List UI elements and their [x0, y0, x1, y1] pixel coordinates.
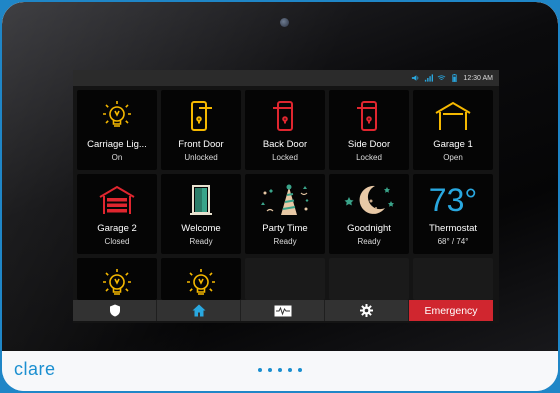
- tile-name: Thermostat: [428, 223, 478, 234]
- tile-name: Garage 2: [97, 223, 137, 234]
- tile-garage-1[interactable]: Garage 1 Open: [413, 90, 493, 170]
- tile-state: Closed: [104, 237, 130, 246]
- home-icon: [192, 304, 205, 317]
- tile-empty: [329, 258, 409, 300]
- tile-side-door[interactable]: Side Door Locked: [329, 90, 409, 170]
- garage-open-icon: [413, 98, 493, 134]
- wifi-icon: [438, 75, 446, 81]
- door-unlocked-icon: [161, 98, 241, 134]
- tile-state: Ready: [189, 237, 213, 246]
- tile-state: On: [111, 153, 123, 162]
- shield-icon: [109, 304, 120, 317]
- tile-name: Front Door: [178, 139, 224, 150]
- tile-thermostat[interactable]: 73° Thermostat 68° / 74°: [413, 174, 493, 254]
- signal-icon: [425, 74, 434, 82]
- indicator-dot: [298, 368, 302, 372]
- nav-security[interactable]: [73, 300, 157, 321]
- tile-state: Ready: [273, 237, 297, 246]
- tile-state: Unlocked: [184, 153, 218, 162]
- welcome-door-icon: [161, 182, 241, 218]
- activity-icon: [274, 305, 291, 316]
- tile-party-time[interactable]: Party Time Ready: [245, 174, 325, 254]
- emergency-button[interactable]: Emergency: [409, 300, 493, 321]
- nav-home[interactable]: [157, 300, 241, 321]
- nav-settings[interactable]: [325, 300, 409, 321]
- tile-state: Locked: [272, 153, 298, 162]
- tile-front-door[interactable]: Front Door Unlocked: [161, 90, 241, 170]
- tile-state: Open: [443, 153, 463, 162]
- tile-state: Locked: [356, 153, 382, 162]
- touch-screen: 12:30 AM Carriage Lig... On Front Door U…: [73, 70, 499, 323]
- tile-name: Side Door: [347, 139, 391, 150]
- tile-light-4[interactable]: [161, 258, 241, 300]
- tile-empty: [413, 258, 493, 300]
- tile-name: Garage 1: [433, 139, 473, 150]
- lightbulb-icon: [161, 266, 241, 300]
- nav-activity[interactable]: [241, 300, 325, 321]
- battery-icon: [452, 74, 458, 82]
- lightbulb-icon: [77, 266, 157, 300]
- tile-state: Ready: [357, 237, 381, 246]
- tile-name: Back Door: [262, 139, 308, 150]
- tile-light-3[interactable]: [77, 258, 157, 300]
- status-bar: 12:30 AM: [73, 70, 499, 86]
- tile-name: Goodnight: [347, 223, 391, 234]
- clare-logo: clare: [14, 359, 56, 379]
- tile-garage-2[interactable]: Garage 2 Closed: [77, 174, 157, 254]
- indicator-dot: [268, 368, 272, 372]
- party-hat-icon: [245, 182, 325, 218]
- bottom-nav-bar: Emergency: [73, 300, 499, 321]
- tile-goodnight[interactable]: Goodnight Ready: [329, 174, 409, 254]
- tile-name: Party Time: [262, 223, 308, 234]
- tile-name: Welcome: [181, 223, 221, 234]
- indicator-dots: [258, 368, 302, 372]
- door-locked-icon: [329, 98, 409, 134]
- tile-carriage-light[interactable]: Carriage Lig... On: [77, 90, 157, 170]
- indicator-dot: [278, 368, 282, 372]
- tile-back-door[interactable]: Back Door Locked: [245, 90, 325, 170]
- moon-stars-icon: [329, 182, 409, 218]
- tile-empty: [245, 258, 325, 300]
- camera-icon: [280, 18, 289, 27]
- door-locked-icon: [245, 98, 325, 134]
- tablet-device: 12:30 AM Carriage Lig... On Front Door U…: [2, 2, 558, 391]
- indicator-dot: [288, 368, 292, 372]
- lightbulb-icon: [77, 98, 157, 134]
- current-temperature: 73°: [428, 181, 478, 218]
- indicator-dot: [258, 368, 262, 372]
- tile-name: Carriage Lig...: [87, 139, 147, 150]
- tile-welcome[interactable]: Welcome Ready: [161, 174, 241, 254]
- volume-icon: [412, 75, 419, 81]
- tile-state: 68° / 74°: [437, 237, 469, 246]
- gear-icon: [360, 304, 373, 317]
- garage-closed-icon: [77, 182, 157, 218]
- thermostat-readout: 73°: [413, 182, 493, 218]
- status-time: 12:30 AM: [463, 74, 493, 82]
